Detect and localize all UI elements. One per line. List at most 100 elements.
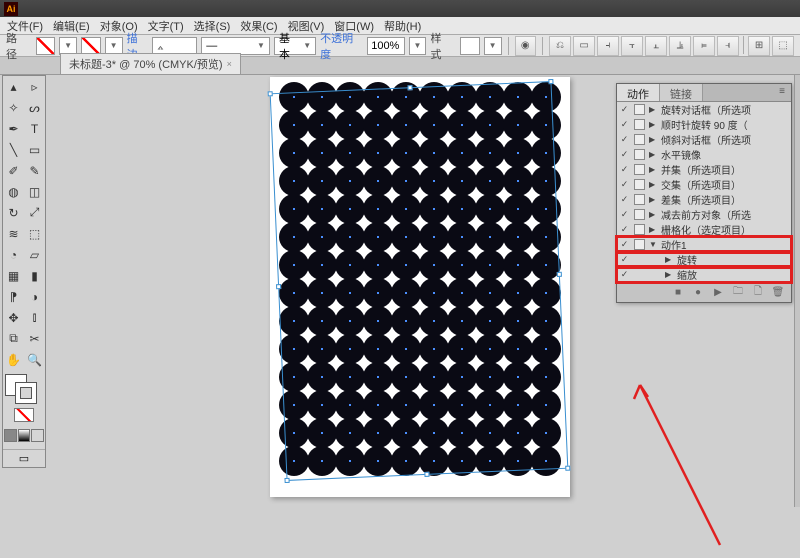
circle[interactable]: [475, 390, 505, 420]
circle[interactable]: [279, 166, 309, 196]
circle[interactable]: [419, 82, 449, 112]
circle[interactable]: [503, 110, 533, 140]
rect-tool[interactable]: ▭: [24, 139, 45, 160]
circle[interactable]: [391, 166, 421, 196]
circle[interactable]: [503, 390, 533, 420]
circle[interactable]: [475, 110, 505, 140]
circle[interactable]: [391, 194, 421, 224]
check-icon[interactable]: ✓: [619, 194, 630, 205]
transform-icon[interactable]: ⊞: [748, 36, 770, 56]
circle[interactable]: [503, 362, 533, 392]
stroke-dropdown[interactable]: ▼: [105, 37, 123, 55]
circle[interactable]: [475, 82, 505, 112]
circle[interactable]: [391, 306, 421, 336]
align-bottom-icon[interactable]: ⫣: [717, 36, 739, 56]
check-icon[interactable]: ✓: [619, 254, 630, 265]
action-row[interactable]: ✓▶水平镜像: [617, 147, 791, 162]
toggle-box[interactable]: [634, 164, 645, 175]
circle[interactable]: [335, 250, 365, 280]
eraser-tool[interactable]: ◫: [24, 181, 45, 202]
circle[interactable]: [503, 334, 533, 364]
direct-select-tool[interactable]: ▹: [24, 76, 45, 97]
toggle-box[interactable]: [634, 179, 645, 190]
disclosure-icon[interactable]: ▼: [649, 240, 657, 249]
circle[interactable]: [279, 446, 309, 476]
record-icon[interactable]: ●: [691, 286, 705, 300]
circle[interactable]: [503, 222, 533, 252]
play-icon[interactable]: ▶: [711, 286, 725, 300]
align-1-icon[interactable]: ⎌: [549, 36, 571, 56]
circle[interactable]: [335, 138, 365, 168]
circle[interactable]: [335, 110, 365, 140]
disclosure-icon[interactable]: ▶: [649, 180, 657, 189]
width-tool[interactable]: ≋: [3, 223, 24, 244]
opacity-field[interactable]: 100%: [367, 37, 404, 55]
panel-dock-strip[interactable]: [794, 75, 800, 507]
circle[interactable]: [307, 306, 337, 336]
align-vc-icon[interactable]: ⫢: [693, 36, 715, 56]
check-icon[interactable]: ✓: [619, 164, 630, 175]
circle[interactable]: [307, 362, 337, 392]
trash-icon[interactable]: 🗑: [771, 286, 785, 300]
circle[interactable]: [419, 418, 449, 448]
circle[interactable]: [307, 82, 337, 112]
eyedropper-tool[interactable]: ⁋: [3, 286, 24, 307]
line-tool[interactable]: ╲: [3, 139, 24, 160]
circle[interactable]: [419, 390, 449, 420]
check-icon[interactable]: ✓: [619, 119, 630, 130]
align-left-icon[interactable]: ⫞: [597, 36, 619, 56]
circle[interactable]: [391, 446, 421, 476]
action-row[interactable]: ✓▶旋转对话框（所选项: [617, 102, 791, 117]
circle[interactable]: [279, 306, 309, 336]
color-mode-solid[interactable]: [4, 429, 17, 442]
circle[interactable]: [475, 166, 505, 196]
recolor-icon[interactable]: ◉: [515, 36, 537, 56]
circle[interactable]: [307, 390, 337, 420]
doc-setup-icon[interactable]: ▭: [573, 36, 595, 56]
circle[interactable]: [475, 306, 505, 336]
circle[interactable]: [419, 334, 449, 364]
circle[interactable]: [307, 446, 337, 476]
tab-links[interactable]: 链接: [660, 84, 703, 101]
graph-tool[interactable]: ⫾: [24, 307, 45, 328]
slice-tool[interactable]: ✂: [24, 328, 45, 349]
check-icon[interactable]: ✓: [619, 239, 630, 250]
fill-stroke-control[interactable]: [3, 374, 45, 406]
circle[interactable]: [447, 222, 477, 252]
circle[interactable]: [475, 194, 505, 224]
circle[interactable]: [531, 418, 561, 448]
circle[interactable]: [335, 334, 365, 364]
circle[interactable]: [531, 390, 561, 420]
circle[interactable]: [447, 334, 477, 364]
circle[interactable]: [335, 222, 365, 252]
circle[interactable]: [531, 222, 561, 252]
color-mode-gradient[interactable]: [18, 429, 31, 442]
circle[interactable]: [391, 222, 421, 252]
circle[interactable]: [335, 194, 365, 224]
circle[interactable]: [391, 418, 421, 448]
circle[interactable]: [475, 362, 505, 392]
isolate-icon[interactable]: ⬚: [772, 36, 794, 56]
circle[interactable]: [363, 222, 393, 252]
circle[interactable]: [279, 418, 309, 448]
action-row[interactable]: ✓▶交集（所选项目）: [617, 177, 791, 192]
circle[interactable]: [279, 194, 309, 224]
circle[interactable]: [419, 278, 449, 308]
opacity-link[interactable]: 不透明度: [320, 30, 363, 62]
circle[interactable]: [531, 334, 561, 364]
circle[interactable]: [475, 446, 505, 476]
circle[interactable]: [531, 110, 561, 140]
check-icon[interactable]: ✓: [619, 149, 630, 160]
circle[interactable]: [335, 306, 365, 336]
stop-icon[interactable]: ■: [671, 286, 685, 300]
new-set-icon[interactable]: 🗀: [731, 286, 745, 300]
stroke-box[interactable]: [15, 382, 37, 404]
circle[interactable]: [503, 166, 533, 196]
menu-edit[interactable]: 编辑(E): [48, 18, 95, 34]
brush-tool[interactable]: ✐: [3, 160, 24, 181]
circle[interactable]: [503, 306, 533, 336]
circle-grid[interactable]: [276, 83, 564, 491]
circle[interactable]: [503, 418, 533, 448]
circle[interactable]: [531, 138, 561, 168]
circle[interactable]: [335, 278, 365, 308]
